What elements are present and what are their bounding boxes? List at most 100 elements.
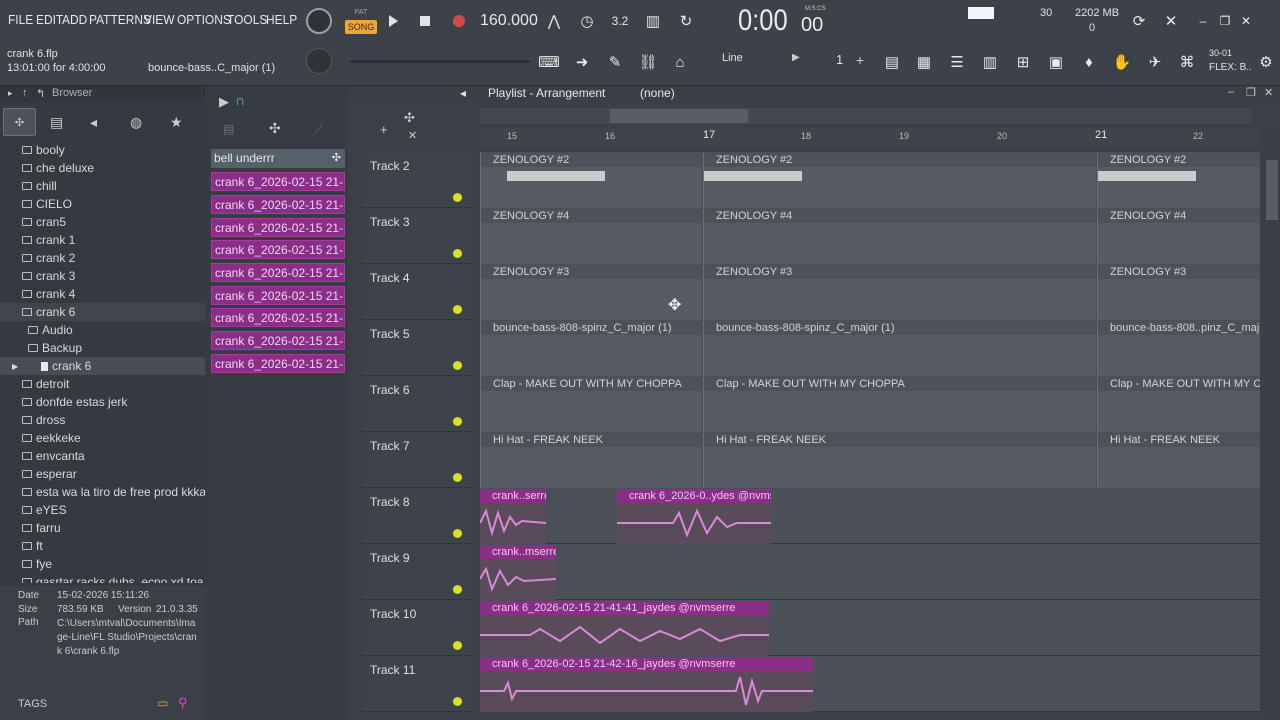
tree-item[interactable]: esta wa la tiro de free prod kkkamilo [22, 483, 205, 501]
menu-tools[interactable]: TOOLS [227, 12, 267, 27]
master-volume-knob[interactable] [306, 8, 332, 34]
track-header[interactable]: Track 7 [362, 432, 472, 488]
tree-item[interactable]: Audio [28, 321, 73, 339]
pattern-clip[interactable]: bounce-bass-808-spinz_C_major (1) [480, 321, 702, 376]
track-led[interactable] [453, 249, 462, 258]
track-led[interactable] [453, 473, 462, 482]
expand-icon[interactable]: ▶ [12, 362, 18, 371]
tree-item[interactable]: detroit [22, 375, 69, 393]
tree-item[interactable]: crank 2 [22, 249, 75, 267]
pattern-clip[interactable]: ZENOLOGY #3 [1097, 265, 1260, 320]
countdown-icon[interactable]: 3.2 [607, 8, 633, 34]
track-led[interactable] [453, 529, 462, 538]
position-slider[interactable] [350, 60, 530, 63]
loop-record-icon[interactable]: ↻ [673, 8, 699, 34]
menu-options[interactable]: OPTIONS [177, 12, 231, 27]
arrangement-select[interactable]: (none) [640, 86, 675, 100]
track-led[interactable] [453, 305, 462, 314]
pattern-item[interactable]: crank 6_2026-02-15 21-.. [211, 263, 345, 282]
tree-item[interactable]: envcanta [22, 447, 85, 465]
sketch-icon[interactable]: ✈ [1142, 49, 1168, 75]
pattern-item[interactable]: crank 6_2026-02-15 21-.. [211, 172, 345, 191]
playlist-close-icon[interactable]: ✕ [1264, 86, 1273, 99]
piano-roll-icon[interactable]: ▥ [977, 49, 1003, 75]
pattern-clip[interactable]: Clap - MAKE OUT WITH MY CHOPPA [1097, 377, 1260, 432]
pattern-item[interactable]: crank 6_2026-02-15 21-.. [211, 308, 345, 327]
tree-item[interactable]: farru [22, 519, 61, 537]
wait-record-icon[interactable]: ◷ [574, 8, 600, 34]
automation-icon[interactable]: ⟋ [315, 122, 323, 137]
pattern-item[interactable]: crank 6_2026-02-15 21-.. [211, 286, 345, 305]
folder-add-icon[interactable]: ▭ [157, 696, 168, 710]
mixer-icon[interactable]: ☰ [944, 49, 970, 75]
brush-icon[interactable]: ✎ [602, 49, 628, 75]
stop-button[interactable] [414, 8, 436, 34]
tree-item[interactable]: crank 4 [22, 285, 75, 303]
audio-clip[interactable]: crank 6_2026-0..ydes @nvmserre [617, 489, 771, 544]
link-icon[interactable]: ⛓ [635, 49, 661, 75]
tree-item[interactable]: che deluxe [22, 159, 94, 177]
plugins-icon[interactable]: ◂ [90, 114, 97, 131]
tree-item[interactable]: booly [22, 141, 65, 159]
pattern-clip[interactable]: ZENOLOGY #2 [1097, 153, 1260, 208]
tree-item[interactable]: CIELO [22, 195, 72, 213]
play-button[interactable] [382, 8, 404, 34]
track-led[interactable] [453, 417, 462, 426]
pattern-clip[interactable]: Clap - MAKE OUT WITH MY CHOPPA [480, 377, 702, 432]
track-header[interactable]: Track 10 [362, 600, 472, 656]
metronome-icon[interactable]: ⋀ [541, 8, 567, 34]
track-header[interactable]: Track 2 [362, 152, 472, 208]
pat-toggle[interactable]: PAT [345, 9, 377, 19]
playlist-arrow-icon[interactable]: ◂ [460, 86, 466, 100]
track-led[interactable] [453, 697, 462, 706]
track-header[interactable]: Track 9 [362, 544, 472, 600]
pattern-clip[interactable]: Hi Hat - FREAK NEEK [703, 433, 1096, 488]
arrow-icon[interactable]: ➜ [569, 49, 595, 75]
track-led[interactable] [453, 585, 462, 594]
playlist-tool-icon[interactable]: ✣ [404, 110, 415, 126]
step-edit-icon[interactable]: ▥ [640, 8, 666, 34]
channel-rack-icon[interactable]: ▦ [911, 49, 937, 75]
pattern-item[interactable]: crank 6_2026-02-15 21-.. [211, 218, 345, 237]
files-icon[interactable]: ▤ [50, 114, 63, 131]
track-lane[interactable] [480, 544, 1260, 600]
piano-icon[interactable]: ⌨ [536, 49, 562, 75]
piano-small-icon[interactable]: ▤ [223, 122, 234, 136]
song-time[interactable]: 0:00 [738, 4, 788, 38]
tree-item[interactable]: donfde estas jerk [22, 393, 127, 411]
store-icon[interactable]: ⌘ [1174, 49, 1200, 75]
pattern-clip[interactable]: bounce-bass-808..pinz_C_major (1) [1097, 321, 1260, 376]
track-header[interactable]: Track 6 [362, 376, 472, 432]
snap-arrow-icon[interactable]: ▶ [792, 52, 804, 70]
track-header[interactable]: Track 8 [362, 488, 472, 544]
track-header[interactable]: Track 11 [362, 656, 472, 712]
tree-item[interactable]: eekkeke [22, 429, 81, 447]
close-icon[interactable]: ✕ [1233, 8, 1259, 34]
menu-help[interactable]: HELP [266, 12, 297, 27]
snap-select[interactable]: Line [700, 52, 780, 70]
favorites-icon[interactable]: ★ [170, 114, 183, 131]
record-button[interactable] [448, 8, 470, 34]
pattern-clip[interactable]: ZENOLOGY #4 [480, 209, 702, 264]
pattern-clip[interactable]: bounce-bass-808-spinz_C_major (1) [703, 321, 1096, 376]
pattern-clip[interactable]: ZENOLOGY #4 [703, 209, 1096, 264]
playlist-icon[interactable]: ▤ [879, 49, 905, 75]
magnet-icon[interactable]: ∩ [235, 92, 245, 108]
pattern-clip[interactable]: ZENOLOGY #4 [1097, 209, 1260, 264]
scroll-thumb[interactable] [610, 109, 748, 123]
plugin-picker-icon[interactable]: ♦ [1076, 49, 1102, 75]
timeline-ruler[interactable] [480, 128, 1260, 148]
tempo-display[interactable]: 160.000 [480, 12, 538, 30]
step-value[interactable]: 1 [836, 52, 843, 67]
globe-icon[interactable]: ◍ [130, 114, 142, 131]
pattern-item[interactable]: crank 6_2026-02-15 21-.. [211, 240, 345, 259]
pattern-clip[interactable]: Hi Hat - FREAK NEEK [480, 433, 702, 488]
horizontal-scrollbar[interactable] [480, 108, 1252, 124]
browser-arrow-icon[interactable]: ▸ [8, 88, 13, 99]
drag-icon[interactable]: ✣ [332, 149, 341, 168]
playlist-restore-icon[interactable]: ❐ [1246, 86, 1256, 99]
menu-patterns[interactable]: PATTERNS [89, 12, 151, 27]
tree-item[interactable]: crank 1 [22, 231, 75, 249]
master-pitch-knob[interactable] [306, 48, 332, 74]
tree-item[interactable]: ft [22, 537, 43, 555]
